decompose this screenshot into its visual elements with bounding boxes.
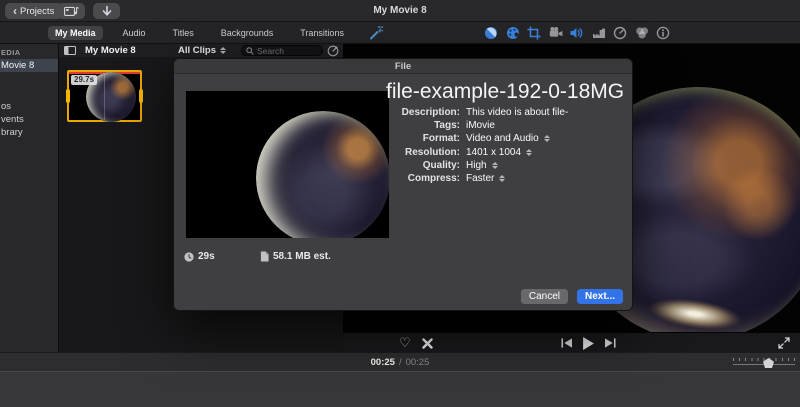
clip-filter-label: All Clips <box>178 45 217 56</box>
sidebar-section-label: EDIA <box>1 48 21 57</box>
volume-icon[interactable] <box>570 26 584 40</box>
tab-audio[interactable]: Audio <box>116 26 153 40</box>
transport-controls <box>561 333 616 353</box>
browser-panel-title: My Movie 8 <box>85 45 136 56</box>
skip-to-start-icon[interactable] <box>561 338 572 348</box>
slider-ticks <box>733 358 795 361</box>
video-clip-thumbnail[interactable]: 29.7s <box>66 70 143 122</box>
quality-select[interactable]: High <box>466 160 628 171</box>
dialog-buttons: Cancel Next... <box>520 289 623 304</box>
compress-select[interactable]: Faster <box>466 173 628 184</box>
browser-settings-icon <box>327 45 339 56</box>
viewer-adjust-toolbar <box>484 26 670 40</box>
browser-header: My Movie 8 All Clips <box>59 44 344 57</box>
cancel-button[interactable]: Cancel <box>520 289 568 304</box>
dialog-titlebar[interactable]: File <box>174 59 632 74</box>
dialog-earth-frame <box>256 111 389 238</box>
sidebar-item-library[interactable]: brary <box>0 126 58 139</box>
tab-backgrounds[interactable]: Backgrounds <box>214 26 281 40</box>
tab-transitions[interactable]: Transitions <box>293 26 351 40</box>
stabilization-icon[interactable] <box>549 26 563 40</box>
speed-icon[interactable] <box>613 26 627 40</box>
stepper-icon[interactable] <box>491 161 498 169</box>
export-settings-form: Description: This video is about file- T… <box>386 106 628 185</box>
clip-frame-divider <box>103 74 105 120</box>
sidebar-item-all-events[interactable]: vents <box>0 113 58 126</box>
search-field[interactable] <box>241 45 323 56</box>
timeline-area[interactable] <box>0 371 800 407</box>
format-label: Format: <box>422 133 460 145</box>
stepper-icon[interactable] <box>526 148 533 156</box>
sidebar-item-project-media[interactable]: Movie 8 <box>0 59 58 72</box>
dialog-video-preview <box>186 91 389 238</box>
resolution-label: Resolution: <box>405 146 460 158</box>
play-icon[interactable] <box>583 336 594 350</box>
tags-label: Tags: <box>434 120 460 132</box>
sidebar-item-photos[interactable]: os <box>0 100 58 113</box>
quality-label: Quality: <box>422 159 460 171</box>
libraries-sidebar: EDIA Movie 8 os vents brary <box>0 44 58 352</box>
duration-stat: 29s <box>184 251 215 262</box>
mark-buttons: ♡ <box>399 333 433 353</box>
tags-value[interactable]: iMovie <box>466 120 628 131</box>
export-filename-title[interactable]: file-example-192-0-18MG <box>386 80 624 104</box>
window-title: My Movie 8 <box>373 5 427 16</box>
stepper-icon[interactable] <box>543 135 550 143</box>
sidebar-toggle-icon[interactable] <box>64 46 76 55</box>
clip-zoom-slider[interactable] <box>733 353 795 372</box>
search-input[interactable] <box>257 45 317 56</box>
media-tabs: My Media Audio Titles Backgrounds Transi… <box>48 22 351 44</box>
enhance-wand-icon[interactable] <box>369 26 383 40</box>
reject-x-icon[interactable] <box>421 337 433 349</box>
clip-filter-icon[interactable] <box>635 26 649 40</box>
favorite-heart-icon[interactable]: ♡ <box>399 337 411 350</box>
next-button[interactable]: Next... <box>576 289 623 304</box>
compress-label: Compress: <box>407 173 460 185</box>
file-export-dialog: File file-example-192-0-18MG Description… <box>173 58 633 311</box>
imovie-window: ‹ Projects My Movie 8 My Media Audio Tit… <box>0 0 800 407</box>
clip-duration-badge: 29.7s <box>71 75 98 85</box>
skip-to-end-icon[interactable] <box>605 338 616 348</box>
crop-icon[interactable] <box>527 26 541 40</box>
fullscreen-icon[interactable] <box>778 337 790 349</box>
clock-icon <box>184 251 194 262</box>
color-balance-icon[interactable] <box>484 26 498 40</box>
description-label: Description: <box>401 107 460 119</box>
filesize-stat: 58.1 MB est. <box>260 251 331 262</box>
trim-handle-right[interactable] <box>139 89 143 103</box>
search-icon <box>246 46 254 55</box>
browser-settings-button[interactable] <box>327 44 340 57</box>
stepper-icon[interactable] <box>499 175 506 183</box>
info-icon[interactable] <box>656 26 670 40</box>
trim-handle-left[interactable] <box>66 89 70 103</box>
noise-reduction-icon[interactable] <box>592 26 606 40</box>
format-select[interactable]: Video and Audio <box>466 133 628 144</box>
titlebar: ‹ Projects My Movie 8 <box>0 0 800 22</box>
dropdown-stepper-icon <box>220 47 227 54</box>
total-time: 00:25 <box>405 356 430 368</box>
elapsed-time: 00:25 <box>370 356 395 368</box>
viewer-controls-bar: ♡ <box>343 332 800 352</box>
clip-filter-dropdown[interactable]: All Clips <box>178 44 227 57</box>
tab-titles[interactable]: Titles <box>166 26 201 40</box>
description-value[interactable]: This video is about file- <box>466 107 628 118</box>
tabbar: My Media Audio Titles Backgrounds Transi… <box>0 22 800 44</box>
resolution-select[interactable]: 1401 x 1004 <box>466 147 628 158</box>
file-icon <box>260 251 269 262</box>
color-correction-icon[interactable] <box>506 26 520 40</box>
timecode-bar: 00:25 / 00:25 <box>0 352 800 371</box>
time-separator: / <box>398 356 402 368</box>
tab-my-media[interactable]: My Media <box>48 26 103 40</box>
